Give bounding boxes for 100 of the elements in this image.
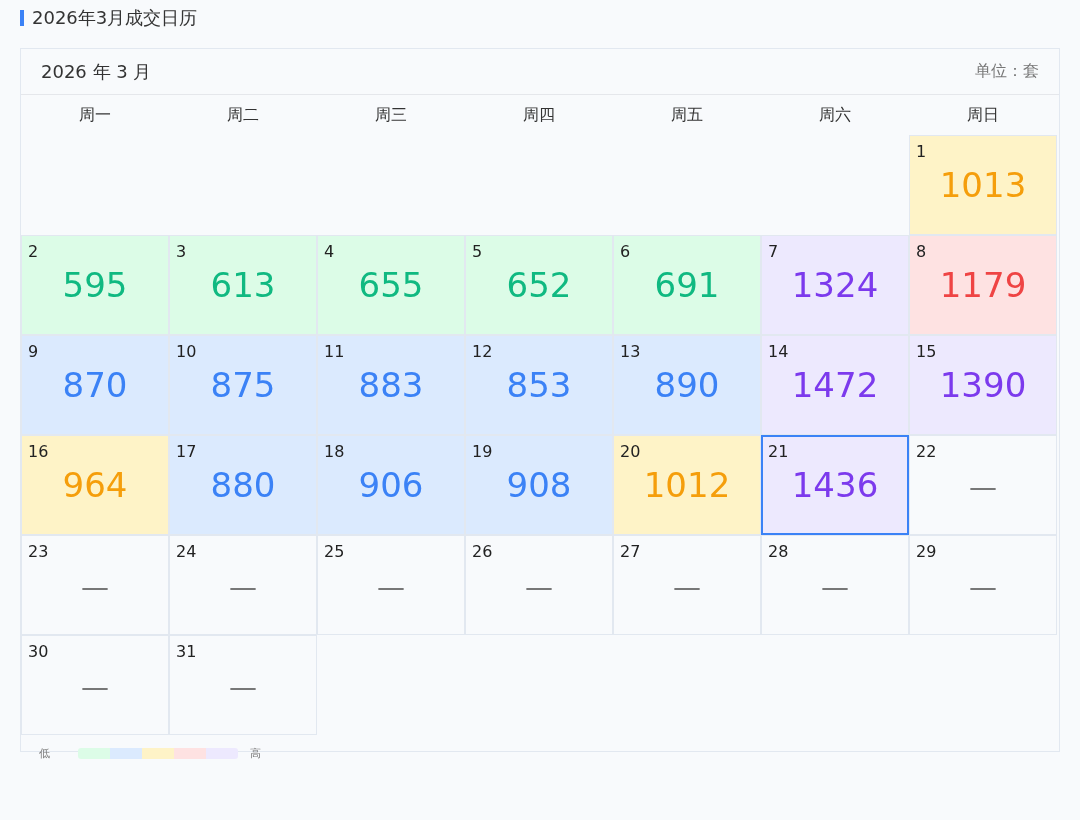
weekday-header: 周五 [670, 104, 704, 126]
day-cell[interactable]: 28 — [761, 535, 909, 635]
deal-count: 655 [358, 265, 424, 305]
day-number: 5 [472, 242, 483, 261]
day-number: 18 [324, 442, 345, 461]
month-label: 2026 年 3 月 [41, 59, 152, 84]
deal-count: 1013 [939, 165, 1027, 205]
day-number: 21 [768, 442, 789, 461]
deal-count: 1472 [791, 365, 879, 405]
deal-count: 964 [62, 465, 128, 505]
day-cell[interactable]: 25 — [317, 535, 465, 635]
weekday-header: 周六 [818, 104, 852, 126]
day-cell[interactable]: 15 1390 [909, 335, 1057, 435]
deal-count: 1324 [791, 265, 879, 305]
day-number: 27 [620, 542, 641, 561]
day-number: 8 [916, 242, 927, 261]
day-cell[interactable]: 30 — [21, 635, 169, 735]
day-cell[interactable]: 31 — [169, 635, 317, 735]
deal-count: 1012 [643, 465, 731, 505]
day-number: 11 [324, 342, 345, 361]
day-cell[interactable]: 18 906 [317, 435, 465, 535]
day-number: 25 [324, 542, 345, 561]
legend-low-label: 低 [39, 745, 50, 761]
day-number: 30 [28, 642, 49, 661]
day-cell[interactable]: 7 1324 [761, 235, 909, 335]
day-cell[interactable]: 19 908 [465, 435, 613, 535]
deal-count: 890 [654, 365, 720, 405]
deal-count: 1179 [939, 265, 1027, 305]
day-cell[interactable]: 5 652 [465, 235, 613, 335]
day-cell[interactable]: 24 — [169, 535, 317, 635]
day-number: 12 [472, 342, 493, 361]
day-cell[interactable]: 12 853 [465, 335, 613, 435]
day-cell[interactable]: 14 1472 [761, 335, 909, 435]
day-number: 26 [472, 542, 493, 561]
day-number: 3 [176, 242, 187, 261]
day-number: 28 [768, 542, 789, 561]
weekday-header: 周一 [78, 104, 112, 126]
weekday-header: 周二 [226, 104, 260, 126]
deal-count: — [377, 571, 405, 604]
page-title: 2026年3月成交日历 [32, 6, 198, 30]
day-number: 10 [176, 342, 197, 361]
day-number: 4 [324, 242, 335, 261]
day-number: 31 [176, 642, 197, 661]
deal-count: — [229, 571, 257, 604]
day-cell[interactable]: 16 964 [21, 435, 169, 535]
deal-count: 652 [506, 265, 572, 305]
day-cell[interactable]: 13 890 [613, 335, 761, 435]
day-cell[interactable]: 2 595 [21, 235, 169, 335]
day-cell[interactable]: 20 1012 [613, 435, 761, 535]
deal-count: 1436 [791, 465, 879, 505]
day-cell[interactable]: 17 880 [169, 435, 317, 535]
deal-count: 870 [62, 365, 128, 405]
deal-count: 853 [506, 365, 572, 405]
day-number: 7 [768, 242, 779, 261]
deal-count: 691 [654, 265, 720, 305]
deal-count: 908 [506, 465, 572, 505]
day-cell[interactable]: 10 875 [169, 335, 317, 435]
deal-count: 875 [210, 365, 276, 405]
title-accent-bar [20, 10, 24, 26]
day-number: 14 [768, 342, 789, 361]
deal-count: 883 [358, 365, 424, 405]
day-cell[interactable]: 29 — [909, 535, 1057, 635]
deal-count: 1390 [939, 365, 1027, 405]
day-number: 19 [472, 442, 493, 461]
day-number: 23 [28, 542, 49, 561]
day-number: 13 [620, 342, 641, 361]
day-number: 20 [620, 442, 641, 461]
day-cell[interactable]: 9 870 [21, 335, 169, 435]
day-cell[interactable]: 26 — [465, 535, 613, 635]
day-number: 29 [916, 542, 937, 561]
deal-count: 613 [210, 265, 276, 305]
unit-label: 单位：套 [975, 61, 1039, 82]
legend-high-label: 高 [250, 745, 261, 761]
weekday-header: 周四 [522, 104, 556, 126]
day-cell[interactable]: 8 1179 [909, 235, 1057, 335]
day-cell[interactable]: 23 — [21, 535, 169, 635]
day-cell[interactable]: 3 613 [169, 235, 317, 335]
day-cell[interactable]: 4 655 [317, 235, 465, 335]
day-cell[interactable]: 11 883 [317, 335, 465, 435]
weekday-header: 周三 [374, 104, 408, 126]
weekday-header: 周日 [966, 104, 1000, 126]
day-number: 17 [176, 442, 197, 461]
deal-count: 906 [358, 465, 424, 505]
deal-count: — [81, 671, 109, 704]
day-number: 9 [28, 342, 39, 361]
day-cell[interactable]: 27 — [613, 535, 761, 635]
deal-count: — [525, 571, 553, 604]
day-cell[interactable]: 6 691 [613, 235, 761, 335]
day-cell[interactable]: 1 1013 [909, 135, 1057, 235]
deal-count: 595 [62, 265, 128, 305]
deal-count: — [969, 571, 997, 604]
day-number: 6 [620, 242, 631, 261]
deal-count: 880 [210, 465, 276, 505]
day-number: 15 [916, 342, 937, 361]
deal-count: — [821, 571, 849, 604]
day-cell[interactable]: 21 1436 [761, 435, 909, 535]
deal-count: — [969, 471, 997, 504]
day-cell[interactable]: 22 — [909, 435, 1057, 535]
day-number: 24 [176, 542, 197, 561]
day-number: 16 [28, 442, 49, 461]
